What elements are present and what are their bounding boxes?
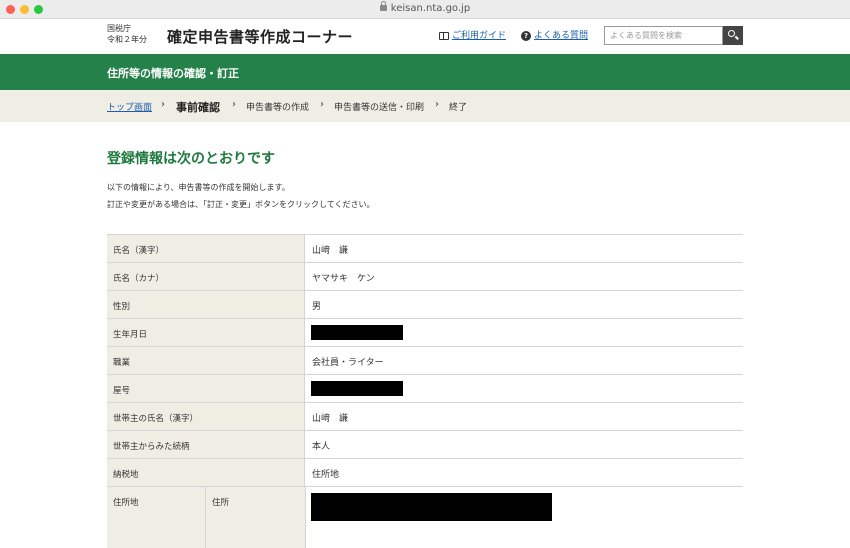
site-header: 国税庁 令和２年分 確定申告書等作成コーナー ご利用ガイド ? よくある質問 bbox=[0, 19, 850, 54]
table-row: 生年月日 bbox=[107, 319, 743, 347]
search-button[interactable] bbox=[723, 26, 743, 45]
app-title: 確定申告書等作成コーナー bbox=[167, 28, 354, 46]
breadcrumb-current: 事前確認 bbox=[176, 101, 220, 114]
row-value: 山﨑 謙 bbox=[312, 246, 349, 256]
user-guide-label: ご利用ガイド bbox=[452, 31, 507, 41]
address-bar[interactable]: keisan.nta.go.jp bbox=[0, 1, 850, 14]
table-row: 世帯主からみた続柄 本人 bbox=[107, 431, 743, 459]
row-label: 性別 bbox=[107, 291, 305, 318]
redacted-value bbox=[311, 381, 403, 396]
intro-text: 訂正や変更がある場合は、「訂正・変更」ボタンをクリックしてください。 bbox=[107, 200, 375, 209]
user-guide-link[interactable]: ご利用ガイド bbox=[439, 28, 506, 41]
intro-text: 以下の情報により、申告書等の作成を開始します。 bbox=[107, 183, 290, 192]
registration-info-table: 氏名（漢字） 山﨑 謙 氏名（カナ） ヤマサキ ケン 性別 男 生年月日 職業 … bbox=[107, 234, 743, 548]
row-label: 生年月日 bbox=[107, 319, 305, 346]
faq-search-input[interactable] bbox=[604, 26, 723, 45]
breadcrumb-step-finish: 終了 bbox=[449, 103, 468, 113]
agency-name: 国税庁 bbox=[107, 24, 131, 33]
search-icon bbox=[728, 30, 735, 37]
row-label: 屋号 bbox=[107, 375, 305, 402]
breadcrumb-step-create: 申告書等の作成 bbox=[246, 103, 310, 113]
chevron-right-icon: › bbox=[161, 99, 165, 110]
faq-link[interactable]: ? よくある質問 bbox=[521, 28, 588, 41]
row-label: 住所地 bbox=[107, 487, 206, 548]
section-heading: 登録情報は次のとおりです bbox=[107, 151, 275, 167]
tax-year: 令和２年分 bbox=[107, 35, 147, 44]
row-sub-label: 住所 bbox=[206, 487, 306, 548]
row-value: 会社員・ライター bbox=[312, 358, 384, 368]
table-row: 屋号 bbox=[107, 375, 743, 403]
url-text: keisan.nta.go.jp bbox=[390, 3, 471, 14]
redacted-value bbox=[311, 325, 403, 340]
breadcrumb-step-send: 申告書等の送信・印刷 bbox=[334, 103, 425, 113]
row-value: 本人 bbox=[312, 442, 331, 452]
row-label: 氏名（漢字） bbox=[107, 235, 305, 262]
table-row: 職業 会社員・ライター bbox=[107, 347, 743, 375]
table-row: 氏名（カナ） ヤマサキ ケン bbox=[107, 263, 743, 291]
row-label: 世帯主の氏名（漢字） bbox=[107, 403, 305, 430]
table-row: 氏名（漢字） 山﨑 謙 bbox=[107, 235, 743, 263]
row-value: 山﨑 謙 bbox=[312, 414, 349, 424]
table-row: 性別 男 bbox=[107, 291, 743, 319]
row-label: 世帯主からみた続柄 bbox=[107, 431, 305, 458]
chevron-right-icon: › bbox=[232, 99, 236, 110]
question-icon: ? bbox=[521, 30, 531, 41]
page-title: 住所等の情報の確認・訂正 bbox=[107, 67, 239, 80]
address-row: 住所地 住所 bbox=[107, 487, 743, 548]
row-label: 職業 bbox=[107, 347, 305, 374]
row-label: 氏名（カナ） bbox=[107, 263, 305, 290]
breadcrumb: トップ画面 › 事前確認 › 申告書等の作成 › 申告書等の送信・印刷 › 終了 bbox=[0, 90, 850, 122]
chevron-right-icon: › bbox=[435, 99, 439, 110]
lock-icon bbox=[379, 1, 387, 11]
faq-label: よくある質問 bbox=[534, 31, 589, 41]
row-value: 住所地 bbox=[312, 470, 340, 480]
book-icon bbox=[439, 31, 449, 40]
row-value: 男 bbox=[312, 302, 322, 312]
browser-toolbar: keisan.nta.go.jp bbox=[0, 0, 850, 19]
agency-label: 国税庁 令和２年分 bbox=[107, 23, 147, 45]
row-label: 納税地 bbox=[107, 459, 305, 486]
table-row: 世帯主の氏名（漢字） 山﨑 謙 bbox=[107, 403, 743, 431]
breadcrumb-top[interactable]: トップ画面 bbox=[107, 100, 152, 113]
page-title-band: 住所等の情報の確認・訂正 bbox=[0, 54, 850, 90]
row-value: ヤマサキ ケン bbox=[312, 274, 375, 284]
table-row: 納税地 住所地 bbox=[107, 459, 743, 487]
redacted-value bbox=[311, 493, 552, 521]
chevron-right-icon: › bbox=[320, 99, 324, 110]
